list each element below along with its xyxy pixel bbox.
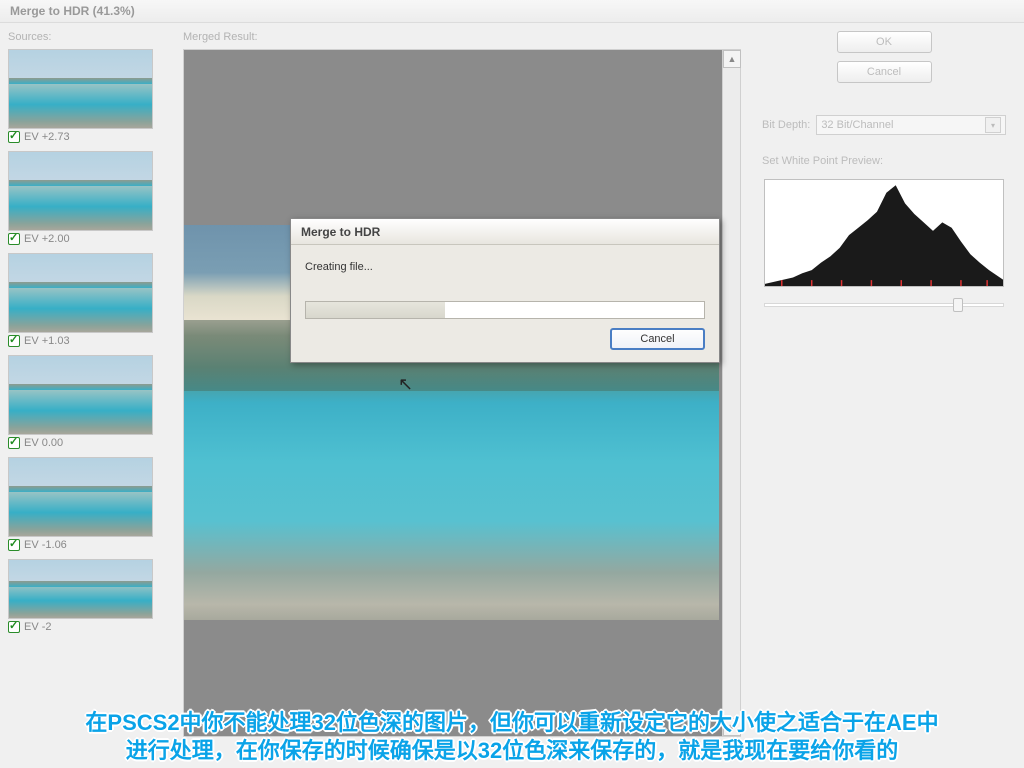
bit-depth-label: Bit Depth: (762, 119, 810, 131)
window-titlebar: Merge to HDR (41.3%) (0, 0, 1024, 23)
source-thumb[interactable]: EV +2.73 (8, 49, 163, 147)
thumb-image (8, 49, 153, 129)
thumb-ev: EV +1.03 (24, 335, 70, 347)
thumb-ev: EV +2.00 (24, 233, 70, 245)
sources-list: EV +2.73 EV +2.00 EV +1.03 EV 0.00 EV -1… (8, 49, 167, 749)
thumb-checkbox[interactable] (8, 131, 20, 143)
thumb-ev: EV 0.00 (24, 437, 63, 449)
source-thumb[interactable]: EV +1.03 (8, 253, 163, 351)
dialog-cancel-button[interactable]: Cancel (610, 328, 705, 350)
sources-panel: Sources: EV +2.73 EV +2.00 EV +1.03 EV 0… (0, 23, 175, 768)
merged-panel: Merged Result: ▲ ▼ (175, 23, 754, 768)
merged-preview: ▲ ▼ (183, 49, 741, 737)
thumb-ev: EV -1.06 (24, 539, 67, 551)
source-thumb[interactable]: EV 0.00 (8, 355, 163, 453)
scroll-down-icon[interactable]: ▼ (723, 718, 741, 736)
bit-depth-value: 32 Bit/Channel (821, 119, 893, 131)
ok-button[interactable]: OK (837, 31, 932, 53)
chevron-down-icon[interactable]: ▾ (985, 117, 1001, 133)
thumb-checkbox[interactable] (8, 335, 20, 347)
thumb-image (8, 253, 153, 333)
progress-dialog: Merge to HDR Creating file... Cancel (290, 218, 720, 363)
vertical-scrollbar[interactable]: ▲ ▼ (722, 50, 740, 736)
slider-thumb[interactable] (953, 298, 963, 312)
controls-panel: OK Cancel Bit Depth: 32 Bit/Channel ▾ Se… (754, 23, 1024, 768)
thumb-checkbox[interactable] (8, 437, 20, 449)
thumb-checkbox[interactable] (8, 621, 20, 633)
thumb-ev: EV -2 (24, 621, 52, 633)
source-thumb[interactable]: EV +2.00 (8, 151, 163, 249)
sources-label: Sources: (8, 31, 167, 43)
progress-fill (306, 302, 445, 318)
white-point-slider[interactable] (764, 303, 1004, 307)
thumb-ev: EV +2.73 (24, 131, 70, 143)
histogram-svg (765, 180, 1003, 286)
workarea: Sources: EV +2.73 EV +2.00 EV +1.03 EV 0… (0, 23, 1024, 768)
window-title: Merge to HDR (41.3%) (10, 4, 135, 18)
scroll-up-icon[interactable]: ▲ (723, 50, 741, 68)
source-thumb[interactable]: EV -1.06 (8, 457, 163, 555)
progress-bar (305, 301, 705, 319)
white-point-label: Set White Point Preview: (762, 155, 1006, 167)
dialog-title: Merge to HDR (291, 219, 719, 245)
source-thumb[interactable]: EV -2 (8, 559, 163, 637)
thumb-checkbox[interactable] (8, 539, 20, 551)
thumb-image (8, 151, 153, 231)
thumb-image (8, 457, 153, 537)
thumb-image (8, 559, 153, 619)
thumb-checkbox[interactable] (8, 233, 20, 245)
merged-label: Merged Result: (183, 31, 746, 43)
cancel-button[interactable]: Cancel (837, 61, 932, 83)
dialog-status: Creating file... (291, 245, 719, 273)
histogram (764, 179, 1004, 287)
bit-depth-select[interactable]: 32 Bit/Channel ▾ (816, 115, 1006, 135)
thumb-image (8, 355, 153, 435)
